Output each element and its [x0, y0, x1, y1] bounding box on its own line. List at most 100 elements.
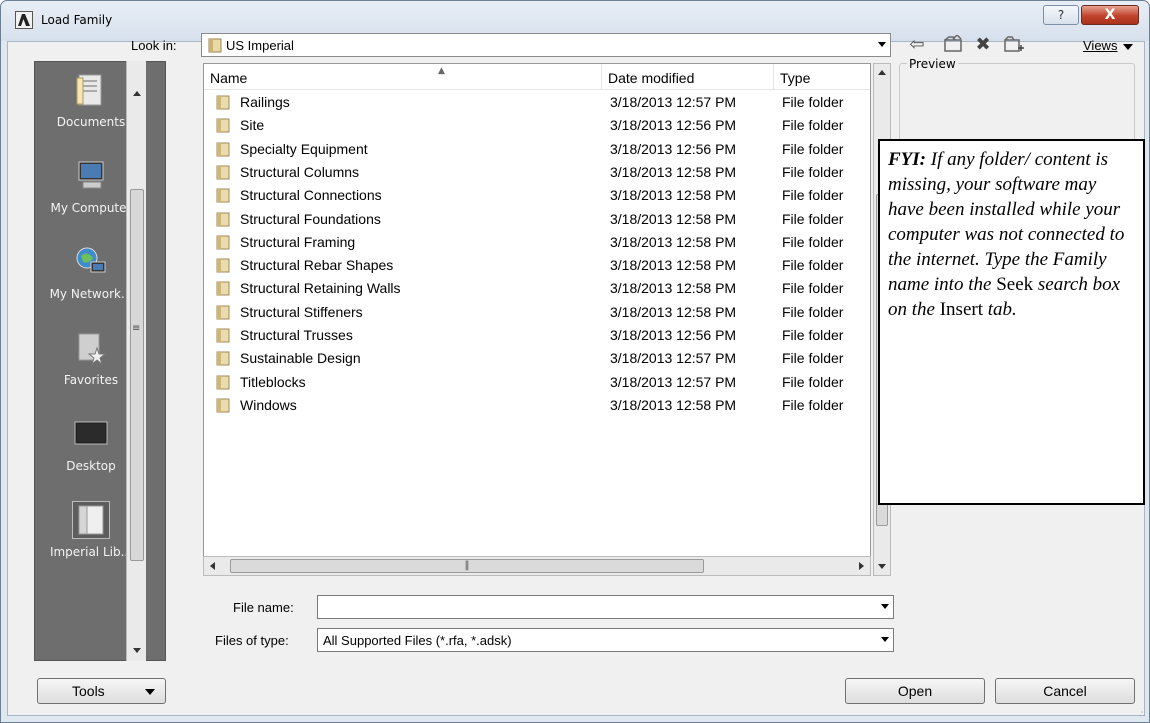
table-row[interactable]: Structural Foundations 3/18/2013 12:58 PM…	[204, 208, 870, 231]
tools-button[interactable]: Tools	[37, 678, 166, 704]
date-modified-cell: 3/18/2013 12:57 PM	[610, 373, 737, 390]
fyi-callout: FYI: If any folder/ content is missing, …	[878, 139, 1145, 505]
table-row[interactable]: Titleblocks 3/18/2013 12:57 PM File folder	[204, 371, 870, 394]
date-modified-cell: 3/18/2013 12:58 PM	[610, 280, 737, 297]
type-cell: File folder	[782, 210, 844, 227]
places-scrollbar[interactable]: ≡	[126, 61, 146, 661]
folder-icon	[216, 398, 230, 413]
scroll-down-icon[interactable]	[133, 648, 141, 653]
files-of-type-label: Files of type:	[215, 633, 289, 648]
revit-app-icon	[15, 11, 33, 29]
resize-grip-icon[interactable]: ∴	[1139, 710, 1145, 720]
folder-icon	[216, 258, 230, 273]
column-header-date[interactable]: Date modified	[602, 64, 774, 90]
table-row[interactable]: Structural Framing 3/18/2013 12:58 PM File…	[204, 231, 870, 254]
fyi-text: tab.	[982, 299, 1017, 320]
table-row[interactable]: Structural Columns 3/18/2013 12:58 PM File…	[204, 161, 870, 184]
up-folder-icon[interactable]	[943, 34, 963, 55]
network-icon	[76, 247, 106, 273]
type-cell: File folder	[782, 187, 844, 204]
close-button[interactable]: X	[1081, 5, 1139, 25]
date-modified-cell: 3/18/2013 12:57 PM	[610, 350, 737, 367]
type-cell: File folder	[782, 257, 844, 274]
load-family-dialog: Load Family ? X Look in: US Imperial ⇦ ✖…	[0, 0, 1150, 723]
fyi-seek: Seek	[996, 274, 1034, 295]
file-name-cell: Structural Connections	[240, 187, 382, 204]
table-row[interactable]: Structural Trusses 3/18/2013 12:56 PM File…	[204, 324, 870, 347]
look-in-dropdown[interactable]: US Imperial	[201, 33, 891, 57]
window-title: Load Family	[41, 13, 113, 27]
scroll-right-icon[interactable]	[859, 562, 864, 570]
new-folder-icon[interactable]	[1003, 35, 1024, 55]
folder-icon	[216, 165, 230, 180]
help-button[interactable]: ?	[1043, 5, 1079, 25]
file-name-cell: Site	[240, 117, 265, 134]
scroll-up-icon[interactable]	[133, 91, 141, 96]
table-row[interactable]: Windows 3/18/2013 12:58 PM File folder	[204, 394, 870, 417]
date-modified-cell: 3/18/2013 12:58 PM	[610, 233, 737, 250]
type-cell: File folder	[782, 373, 844, 390]
fyi-heading: FYI:	[888, 149, 926, 170]
file-list[interactable]: Name ▲ Date modified Type Railings 3/18/2…	[203, 63, 871, 576]
file-name-cell: Structural Columns	[240, 163, 360, 180]
type-cell: File folder	[782, 117, 844, 134]
date-modified-cell: 3/18/2013 12:56 PM	[610, 140, 737, 157]
scroll-left-icon[interactable]	[210, 562, 215, 570]
file-name-cell: Sustainable Design	[240, 350, 361, 367]
scroll-up-icon[interactable]	[878, 70, 886, 75]
documents-icon	[76, 74, 102, 106]
chevron-down-icon[interactable]	[881, 637, 889, 642]
file-name-label: File name:	[233, 600, 294, 615]
back-arrow-icon[interactable]: ⇦	[907, 35, 927, 55]
cancel-button[interactable]: Cancel	[995, 678, 1135, 704]
chevron-down-icon	[878, 42, 886, 47]
file-name-cell: Windows	[240, 396, 297, 413]
file-name-cell: Structural Foundations	[240, 210, 381, 227]
sort-ascending-icon: ▲	[438, 66, 445, 76]
scroll-down-icon[interactable]	[878, 564, 886, 569]
table-row[interactable]: Railings 3/18/2013 12:57 PM File folder	[204, 91, 870, 114]
tools-label: Tools	[72, 683, 105, 699]
folder-icon	[216, 305, 230, 320]
folder-icon	[216, 328, 230, 343]
open-button[interactable]: Open	[845, 678, 985, 704]
date-modified-cell: 3/18/2013 12:58 PM	[610, 187, 737, 204]
chevron-down-icon[interactable]	[881, 604, 889, 609]
favorites-icon	[78, 333, 107, 366]
table-row[interactable]: Sustainable Design 3/18/2013 12:57 PM File…	[204, 347, 870, 370]
file-list-horizontal-scrollbar[interactable]: ‖	[203, 556, 871, 576]
views-menu[interactable]: Views	[1083, 38, 1117, 53]
chevron-down-icon	[145, 689, 155, 695]
type-cell: File folder	[782, 233, 844, 250]
table-row[interactable]: Structural Stiffeners 3/18/2013 12:58 PM F…	[204, 301, 870, 324]
date-modified-cell: 3/18/2013 12:56 PM	[610, 327, 737, 343]
table-row[interactable]: Structural Rebar Shapes 3/18/2013 12:58 P…	[204, 254, 870, 277]
look-in-value: US Imperial	[226, 38, 294, 53]
folder-icon	[216, 118, 230, 133]
file-name-cell: Structural Rebar Shapes	[240, 257, 394, 274]
files-of-type-select[interactable]: All Supported Files (*.rfa, *.adsk)	[317, 628, 894, 652]
date-modified-cell: 3/18/2013 12:58 PM	[610, 396, 737, 413]
table-row[interactable]: Specialty Equipment 3/18/2013 12:56 PM Fil…	[204, 138, 870, 161]
table-row[interactable]: Structural Connections 3/18/2013 12:58 PM…	[204, 184, 870, 207]
scroll-thumb[interactable]	[130, 189, 144, 561]
table-row[interactable]: Site 3/18/2013 12:56 PM File folder	[204, 114, 870, 137]
preview-label: Preview	[907, 57, 958, 71]
scroll-thumb[interactable]: ‖	[230, 559, 704, 573]
computer-icon	[78, 161, 104, 189]
file-name-input[interactable]	[317, 595, 894, 619]
date-modified-cell: 3/18/2013 12:57 PM	[610, 94, 737, 110]
folder-icon	[208, 38, 222, 53]
delete-icon[interactable]: ✖	[973, 35, 993, 55]
folder-icon	[216, 188, 230, 203]
column-header-name[interactable]: Name	[204, 64, 602, 90]
type-cell: File folder	[782, 163, 844, 180]
table-row[interactable]: Structural Retaining Walls 3/18/2013 12:5…	[204, 277, 870, 300]
folder-icon	[216, 235, 230, 250]
folder-icon	[216, 142, 230, 157]
column-header-type[interactable]: Type	[774, 64, 870, 90]
folder-icon	[216, 351, 230, 366]
views-chevron-down-icon[interactable]	[1123, 44, 1133, 50]
type-cell: File folder	[782, 396, 844, 413]
date-modified-cell: 3/18/2013 12:58 PM	[610, 163, 737, 180]
